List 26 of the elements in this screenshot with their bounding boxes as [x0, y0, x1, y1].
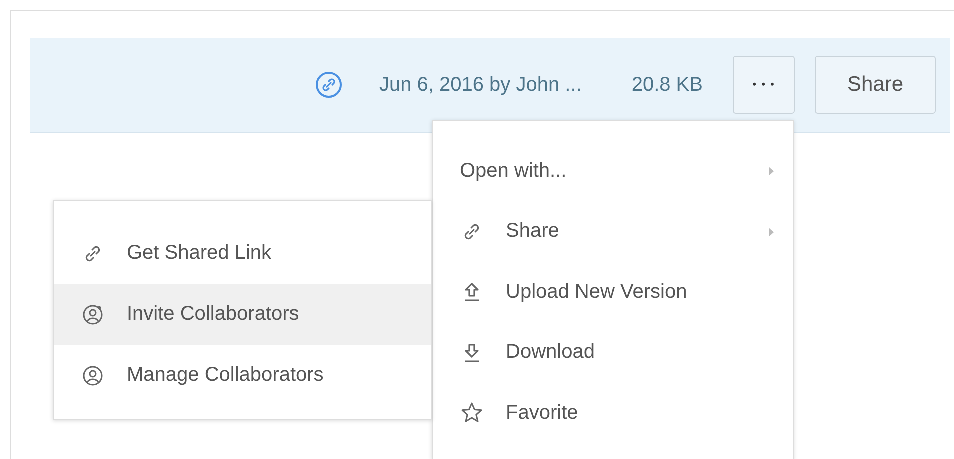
person-icon: [82, 364, 104, 386]
menu-item[interactable]: Open with...: [433, 141, 793, 202]
link-icon: [315, 71, 344, 99]
menu-item[interactable]: Upload New Version: [433, 262, 793, 322]
person-add-icon: [82, 304, 104, 326]
menu-item-label: Open with...: [460, 160, 567, 183]
menu-item-label: Download: [506, 341, 595, 364]
submenu-item[interactable]: Manage Collaborators: [54, 345, 431, 406]
upload-icon: [462, 281, 482, 304]
menu-item[interactable]: Download: [433, 322, 793, 383]
submenu-item[interactable]: Get Shared Link: [54, 223, 431, 284]
share-button[interactable]: Share: [815, 56, 936, 114]
modified-date[interactable]: Jun 6, 2016 by John ...: [379, 74, 582, 96]
download-icon: [462, 342, 482, 364]
menu-item-label: Share: [506, 220, 560, 244]
submenu-item[interactable]: Invite Collaborators: [54, 284, 431, 345]
menu-item-label: Invite Collaborators: [127, 303, 300, 326]
menu-item[interactable]: Favorite: [433, 383, 793, 444]
menu-item-label: Favorite: [506, 402, 578, 425]
star-icon: [460, 401, 484, 426]
menu-item[interactable]: Share: [433, 202, 793, 262]
menu-item-label: Manage Collaborators: [127, 364, 324, 387]
file-size: 20.8 KB: [632, 74, 703, 96]
more-button[interactable]: • • •: [733, 56, 795, 114]
menu-item-label: Upload New Version: [506, 280, 688, 304]
menu-item-label: Get Shared Link: [127, 242, 272, 265]
